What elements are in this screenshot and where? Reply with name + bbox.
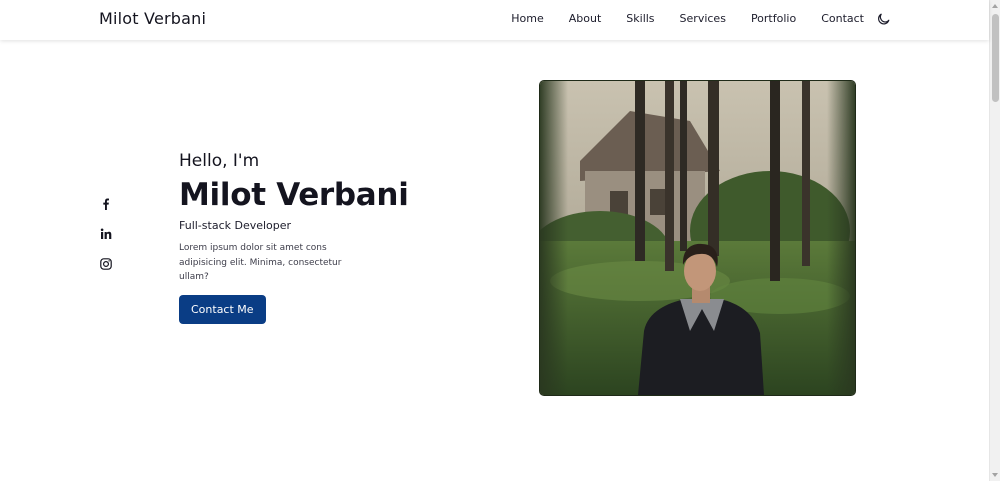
instagram-icon[interactable] xyxy=(99,256,113,270)
nav-item-about[interactable]: About xyxy=(569,12,602,25)
social-links xyxy=(99,196,113,286)
main-nav: Home About Skills Services Portfolio Con… xyxy=(511,12,864,25)
moon-icon[interactable] xyxy=(877,11,891,25)
page-scrollbar[interactable] xyxy=(989,0,1000,481)
hero-greeting: Hello, I'm xyxy=(179,151,260,171)
hero-description: Lorem ipsum dolor sit amet cons adipisic… xyxy=(179,243,342,282)
site-header: Milot Verbani Home About Skills Services… xyxy=(0,0,989,40)
nav-item-skills[interactable]: Skills xyxy=(626,12,654,25)
nav-item-services[interactable]: Services xyxy=(680,12,726,25)
profile-photo xyxy=(540,81,855,395)
scroll-thumb[interactable] xyxy=(992,14,999,102)
nav-item-home[interactable]: Home xyxy=(511,12,543,25)
nav-item-contact[interactable]: Contact xyxy=(821,12,864,25)
linkedin-icon[interactable] xyxy=(99,226,113,240)
hero-section: Hello, I'm Milot Verbani Full-stack Deve… xyxy=(179,151,479,324)
hero-role: Full-stack Developer xyxy=(179,219,292,232)
nav-item-portfolio[interactable]: Portfolio xyxy=(751,12,796,25)
contact-me-button[interactable]: Contact Me xyxy=(179,294,266,324)
scroll-down-icon[interactable] xyxy=(992,473,998,477)
site-logo[interactable]: Milot Verbani xyxy=(99,9,206,28)
facebook-icon[interactable] xyxy=(99,196,113,210)
hero-name: Milot Verbani xyxy=(179,177,409,213)
scroll-up-icon[interactable] xyxy=(992,4,998,8)
